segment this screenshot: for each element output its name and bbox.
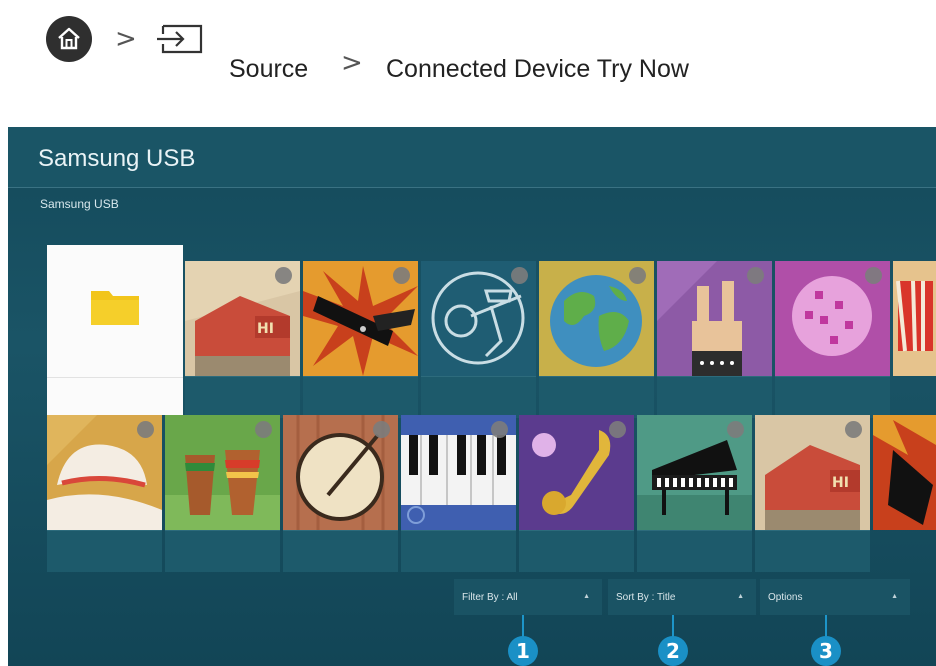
tile-caption — [283, 530, 398, 572]
media-tile[interactable] — [657, 261, 772, 376]
media-tile[interactable] — [303, 261, 418, 376]
tv-panel: Samsung USB Samsung USB HI HI Filter By … — [8, 127, 936, 666]
music-icon — [393, 267, 410, 284]
media-tile[interactable] — [283, 415, 398, 530]
folder-icon — [91, 291, 139, 325]
breadcrumb-separator: > — [115, 24, 137, 54]
tile-caption — [421, 376, 536, 418]
media-tile[interactable] — [873, 415, 936, 530]
divider — [8, 187, 936, 188]
music-icon — [609, 421, 626, 438]
media-tile[interactable] — [775, 261, 890, 376]
tile-caption — [775, 376, 890, 418]
tile-caption — [657, 376, 772, 418]
tile-caption — [165, 530, 280, 572]
tile-caption — [303, 376, 418, 418]
breadcrumb-source[interactable]: Source — [229, 55, 308, 84]
tile-caption — [519, 530, 634, 572]
panel-title: Samsung USB — [38, 145, 196, 172]
dropdown-arrow-icon: ▲ — [583, 593, 590, 600]
music-icon — [137, 421, 154, 438]
dropdown-arrow-icon: ▲ — [891, 593, 898, 600]
folder-tile[interactable] — [47, 245, 183, 415]
options-label: Options — [768, 591, 803, 603]
music-icon — [373, 421, 390, 438]
music-icon — [727, 421, 744, 438]
media-tile[interactable]: HI — [755, 415, 870, 530]
music-icon — [845, 421, 862, 438]
filter-by-dropdown[interactable]: Filter By : All ▲ — [454, 579, 602, 615]
tile-caption — [185, 376, 300, 418]
media-tile[interactable] — [539, 261, 654, 376]
media-tile[interactable] — [47, 415, 162, 530]
music-icon — [747, 267, 764, 284]
music-icon — [865, 267, 882, 284]
tile-caption — [539, 376, 654, 418]
callout-marker: 2 — [658, 636, 688, 666]
source-input-icon[interactable] — [155, 22, 205, 58]
play-icon — [491, 421, 508, 438]
dropdown-arrow-icon: ▲ — [737, 593, 744, 600]
breadcrumb-separator: > — [341, 48, 363, 78]
media-tile[interactable] — [421, 261, 536, 376]
divider — [47, 377, 183, 378]
tile-caption — [47, 530, 162, 572]
media-tile[interactable] — [401, 415, 516, 530]
music-icon — [511, 267, 528, 284]
tile-caption — [755, 530, 870, 572]
callout-marker: 3 — [811, 636, 841, 666]
media-tile[interactable] — [637, 415, 752, 530]
music-icon — [255, 421, 272, 438]
media-tile[interactable] — [519, 415, 634, 530]
svg-text:HI: HI — [257, 321, 274, 337]
page: > Source > Connected Device Try Now Sams… — [0, 0, 936, 666]
filter-by-label: Filter By : All — [462, 591, 518, 603]
sort-by-label: Sort By : Title — [616, 591, 676, 603]
panel-subtitle: Samsung USB — [40, 197, 119, 211]
tile-caption — [637, 530, 752, 572]
media-tile[interactable] — [165, 415, 280, 530]
tile-caption — [401, 530, 516, 572]
breadcrumb-connected-device[interactable]: Connected Device Try Now — [386, 55, 689, 84]
home-icon[interactable] — [46, 16, 92, 62]
callout-marker: 1 — [508, 636, 538, 666]
media-tile[interactable]: HI — [185, 261, 300, 376]
svg-text:HI: HI — [832, 475, 849, 491]
media-tile[interactable] — [893, 261, 936, 376]
sort-by-dropdown[interactable]: Sort By : Title ▲ — [608, 579, 756, 615]
options-dropdown[interactable]: Options ▲ — [760, 579, 910, 615]
music-icon — [275, 267, 292, 284]
play-icon — [629, 267, 646, 284]
